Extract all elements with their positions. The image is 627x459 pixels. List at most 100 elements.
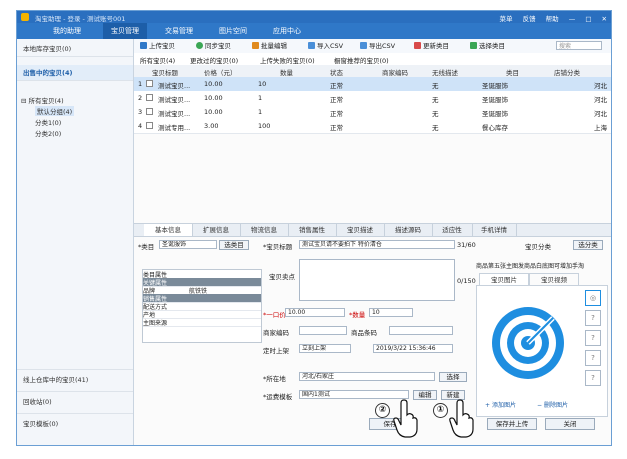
tab-sales-attrs[interactable]: 销售属性 (288, 224, 337, 236)
col-quantity[interactable]: 数量 (280, 67, 293, 77)
select-category-button[interactable]: 选择类目 (470, 41, 505, 51)
selling-point-textarea[interactable] (299, 259, 455, 301)
tree-item-category-1[interactable]: 分类1(0) (35, 117, 61, 127)
sync-items-button[interactable]: 同步宝贝 (196, 41, 231, 51)
col-store-category[interactable]: 店铺分类 (554, 67, 580, 77)
update-category-label: 更新类目 (423, 42, 449, 50)
row-checkbox[interactable] (146, 94, 153, 101)
import-csv-label: 导入CSV (317, 42, 344, 50)
delete-image-label: 删除图片 (543, 402, 568, 409)
sidebar-item-recycle-bin[interactable]: 回收站(0) (17, 391, 133, 411)
title-label: *宝贝标题 (263, 243, 293, 251)
listing-label: 定时上架 (263, 347, 289, 355)
sidebar-item-on-sale[interactable]: 出售中的宝贝(4) (17, 65, 133, 81)
add-image-label: 添加图片 (491, 402, 516, 409)
tab-app-center[interactable]: 应用中心 (265, 23, 309, 39)
tab-my-assistant[interactable]: 我的助理 (45, 23, 89, 39)
close-dialog-button[interactable]: 关闭 (545, 418, 595, 430)
prop-row-image-source[interactable]: 主图来源 (143, 318, 261, 327)
row-qty: 1 (258, 94, 263, 102)
table-row[interactable]: 3 测试宝贝... 10.00 1 正常 无 圣诞服饰 河北 (134, 105, 611, 120)
tab-image-space[interactable]: 图片空间 (211, 23, 255, 39)
upload-items-button[interactable]: 上传宝贝 (140, 41, 175, 51)
table-row[interactable]: 1 测试宝贝... 10.00 10 正常 无 圣诞服饰 河北 (134, 77, 611, 92)
save-and-upload-button[interactable]: 保存并上传 (487, 418, 537, 430)
tab-description[interactable]: 宝贝描述 (336, 224, 385, 236)
title-count: 31/60 (457, 241, 476, 249)
barcode-input[interactable] (389, 326, 453, 335)
filter-all[interactable]: 所有宝贝(4) (140, 55, 175, 65)
listing-select[interactable]: 立刻上架 (299, 344, 351, 353)
select-store-category-button[interactable]: 选分类 (573, 240, 603, 250)
delete-image-link[interactable]: − 删除图片 (537, 400, 568, 409)
export-csv-button[interactable]: 导出CSV (360, 41, 395, 51)
col-status[interactable]: 状态 (330, 67, 343, 77)
tree-root-all-items[interactable]: ⊟ 所有宝贝(4) (21, 95, 64, 105)
batch-edit-label: 批量编辑 (261, 42, 287, 50)
col-title[interactable]: 宝贝标题 (152, 67, 178, 77)
thumbnail-1[interactable]: ◎ (585, 290, 601, 306)
col-price[interactable]: 价格（元） (204, 67, 237, 77)
tab-extended-info[interactable]: 扩展信息 (192, 224, 241, 236)
menu-link[interactable]: 菜单 (500, 15, 513, 23)
col-wireless-desc[interactable]: 无线描述 (432, 67, 458, 77)
select-category-btn[interactable]: 选类目 (219, 240, 249, 250)
tab-basic-info[interactable]: 基本信息 (144, 224, 193, 236)
col-category[interactable]: 类目 (506, 67, 519, 77)
row-checkbox[interactable] (146, 80, 153, 87)
tab-item-management[interactable]: 宝贝管理 (103, 23, 147, 39)
row-checkbox[interactable] (146, 108, 153, 115)
thumbnail-3[interactable]: ? (585, 330, 601, 346)
category-select[interactable]: 圣诞服饰 (159, 240, 217, 249)
qty-input[interactable]: 10 (369, 308, 413, 317)
close-button[interactable]: ✕ (602, 15, 607, 23)
filter-upload-failed[interactable]: 上传失败的宝贝(0) (260, 55, 315, 65)
pointer-hand-icon (393, 399, 418, 438)
minimize-button[interactable]: — (569, 15, 576, 23)
row-status: 正常 (330, 124, 343, 132)
thumbnail-2[interactable]: ? (585, 310, 601, 326)
update-category-button[interactable]: 更新类目 (414, 41, 449, 51)
feedback-link[interactable]: 反馈 (523, 15, 536, 23)
filter-showcase[interactable]: 橱窗推荐的宝贝(0) (334, 55, 389, 65)
row-store: 河北 (594, 96, 607, 104)
price-input[interactable]: 10.00 (285, 308, 345, 317)
sidebar-item-templates[interactable]: 宝贝模板(0) (17, 413, 133, 433)
thumbnail-5[interactable]: ? (585, 370, 601, 386)
tab-mobile-detail[interactable]: 手机详情 (472, 224, 517, 236)
row-wireless: 无 (432, 82, 439, 90)
add-image-link[interactable]: + 添加图片 (485, 400, 516, 409)
table-row[interactable]: 2 测试宝贝... 10.00 1 正常 无 圣诞服饰 河北 (134, 91, 611, 106)
tab-adaptation[interactable]: 适应性 (432, 224, 473, 236)
sidebar-item-local-stock[interactable]: 本地库存宝贝(0) (17, 41, 133, 57)
location-input[interactable]: 河北/石家庄 (299, 372, 435, 381)
title-input[interactable]: 测试宝贝请不要拍下 特价清仓 (299, 240, 455, 249)
merchant-code-input[interactable] (299, 326, 347, 335)
tree-item-default-group[interactable]: 默认分组(4) (35, 106, 75, 116)
row-number: 1 (138, 80, 143, 88)
image-panel: ◎ ? ? ? ? + 添加图片 − 删除图片 (476, 285, 608, 417)
tab-desc-source[interactable]: 描述源码 (384, 224, 433, 236)
sidebar-item-warehouse[interactable]: 线上仓库中的宝贝(41) (17, 369, 133, 389)
maximize-button[interactable]: □ (585, 15, 591, 23)
filter-changed[interactable]: 更改过的宝贝(0) (190, 55, 238, 65)
row-checkbox[interactable] (146, 122, 153, 129)
sync-items-label: 同步宝贝 (205, 42, 231, 50)
import-csv-button[interactable]: 导入CSV (308, 41, 343, 51)
col-merchant-code[interactable]: 商家编码 (382, 67, 408, 77)
merchant-code-label: 商家编码 (263, 329, 289, 337)
help-link[interactable]: 帮助 (546, 15, 559, 23)
main-product-image[interactable] (485, 300, 571, 386)
tab-trade-management[interactable]: 交易管理 (157, 23, 201, 39)
export-csv-label: 导出CSV (369, 42, 396, 50)
tree-item-category-2[interactable]: 分类2(0) (35, 128, 61, 138)
tab-logistics[interactable]: 物流信息 (240, 224, 289, 236)
freight-select[interactable]: 国内1测试 (299, 390, 409, 399)
main-nav: 我的助理 宝贝管理 交易管理 图片空间 应用中心 (17, 23, 611, 39)
thumbnail-4[interactable]: ? (585, 350, 601, 366)
batch-edit-button[interactable]: 批量编辑 (252, 41, 287, 51)
listing-datetime[interactable]: 2019/3/22 15:36:46 (373, 344, 453, 353)
search-input[interactable]: 搜索 (556, 41, 602, 50)
table-row[interactable]: 4 测试专用... 3.00 100 正常 无 餐心库存 上海 (134, 119, 611, 134)
location-select-button[interactable]: 选择 (439, 372, 467, 382)
